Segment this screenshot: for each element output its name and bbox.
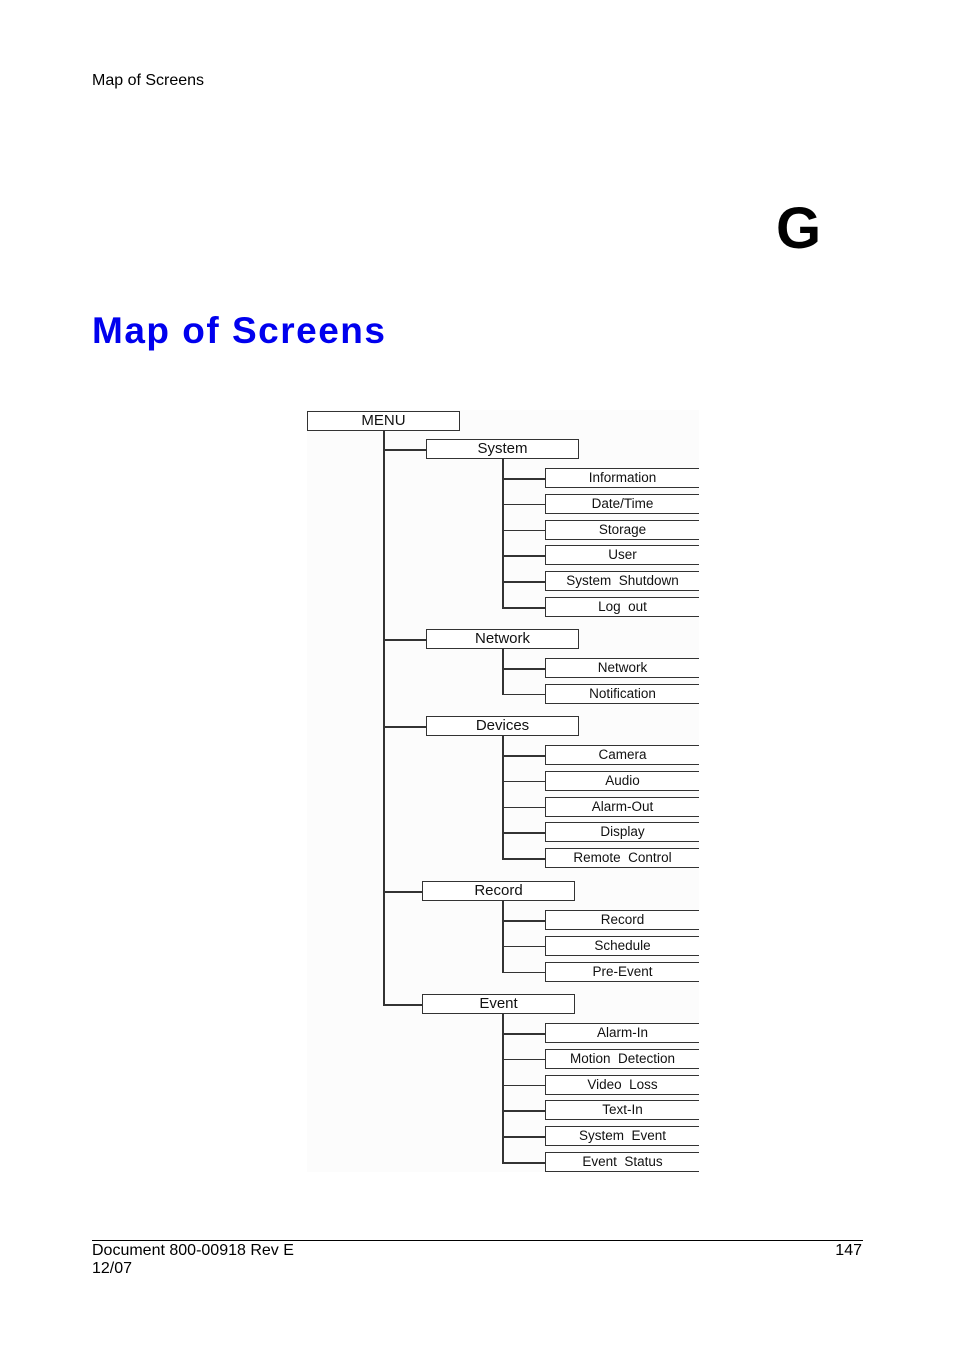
leaf-connector-line [502,555,545,557]
footer-rule [92,1240,863,1241]
screen-box: System Shutdown [545,571,699,592]
category-connector-line [383,639,426,641]
leaf-connector-line [502,607,545,609]
leaf-connector-line [502,529,545,532]
screen-box: Notification [545,683,699,704]
leaf-connector-line [502,503,545,506]
footer-document-id: Document 800-00918 Rev E [92,1242,294,1259]
leaf-connector-line [502,1110,545,1112]
leaf-connector-line [502,920,545,922]
leaf-connector-line [502,581,545,583]
chapter-letter: G [776,196,822,261]
menu-tree-diagram: MENU System Information Date/Time Storage Us… [307,410,699,1172]
footer-date: 12/07 [92,1260,133,1277]
screen-box: Camera [545,745,699,765]
category-connector-line [383,891,422,893]
screen-box: Record [545,910,699,930]
leaf-connector-line [502,755,545,757]
leaf-connector-line [502,478,545,480]
branch-line [502,1014,504,1162]
category-connector-line [383,726,426,728]
category-box-event: Event [422,994,575,1014]
branch-line [502,901,504,972]
leaf-connector-line [502,1033,545,1035]
screen-box: Date/Time [545,493,699,514]
category-box-system: System [426,439,579,459]
leaf-connector-line [502,1058,545,1061]
leaf-connector-line [502,1162,545,1164]
leaf-connector-line [502,858,545,860]
screen-box: User [545,545,699,566]
screen-box: Video Loss [545,1074,699,1095]
category-box-devices: Devices [426,716,579,736]
branch-line [502,459,504,607]
screen-box: Schedule [545,935,699,956]
leaf-connector-line [502,780,545,783]
screen-box: System Event [545,1126,699,1147]
screen-box: Network [545,658,699,678]
screen-box: Log out [545,597,699,617]
screen-box: Information [545,468,699,488]
screen-box: Display [545,822,699,843]
leaf-connector-line [502,945,545,948]
screen-box: Event Status [545,1152,699,1172]
leaf-connector-line [502,1136,545,1138]
screen-box: Text-In [545,1100,699,1121]
category-connector-line [383,1004,422,1006]
leaf-connector-line [502,668,545,670]
running-head: Map of Screens [92,72,205,89]
branch-line [502,649,504,694]
leaf-connector-line [502,971,545,974]
leaf-connector-line [502,693,545,696]
screen-box: Audio [545,770,699,791]
screen-box: Remote Control [545,848,699,869]
screen-box: Motion Detection [545,1048,699,1069]
category-box-record: Record [422,881,575,901]
screen-box: Alarm-Out [545,796,699,817]
screen-box: Storage [545,519,699,540]
leaf-connector-line [502,832,545,834]
leaf-connector-line [502,1084,545,1087]
screen-box: Alarm-In [545,1023,699,1043]
category-connector-line [383,449,426,451]
menu-root-box: MENU [307,411,460,431]
category-box-network: Network [426,629,579,649]
footer-page-number: 147 [835,1242,862,1259]
leaf-connector-line [502,806,545,809]
screen-box: Pre-Event [545,961,699,982]
tree-trunk-line [383,431,385,1004]
page-title: Map of Screens [92,310,387,351]
